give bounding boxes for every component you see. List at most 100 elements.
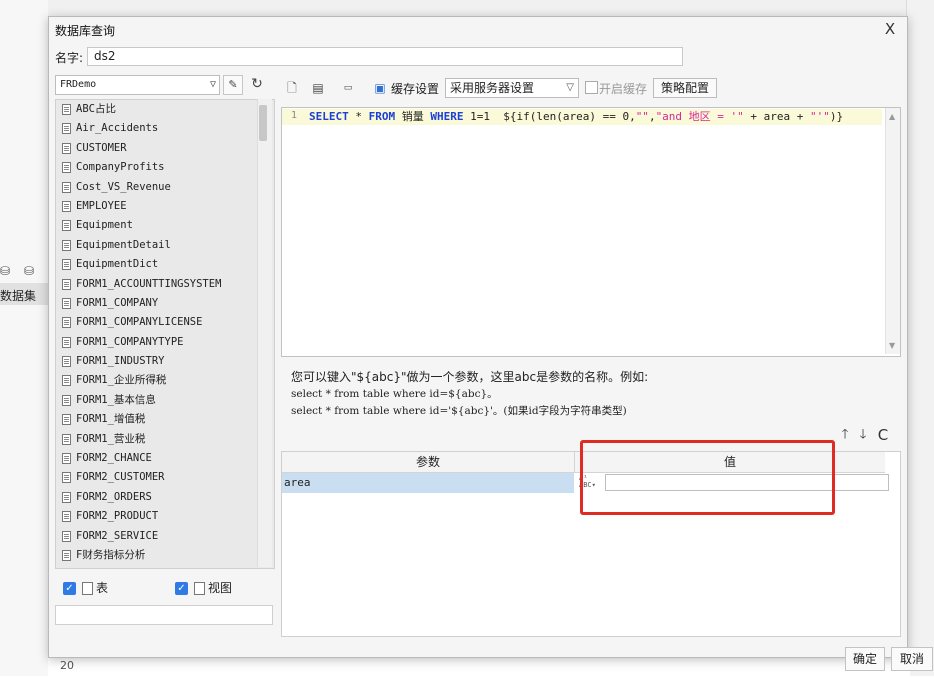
table-icon bbox=[62, 356, 71, 368]
move-down-icon[interactable]: 🡓 bbox=[855, 427, 871, 443]
table-icon bbox=[62, 239, 71, 251]
dataset-tab-label: 数据集 bbox=[0, 289, 37, 303]
view-checkbox[interactable]: ✓ 视图 bbox=[175, 579, 232, 596]
table-icon bbox=[62, 511, 71, 523]
annotation-highlight-box bbox=[580, 440, 835, 515]
save-icon[interactable]: ▤ bbox=[309, 79, 327, 97]
table-list-item[interactable]: FORM1_COMPANYLICENSE bbox=[56, 313, 274, 332]
table-icon bbox=[62, 317, 71, 329]
table-name: FORM1_COMPANY bbox=[76, 296, 159, 309]
table-list-item[interactable]: FORM2_PRODUCT bbox=[56, 507, 274, 526]
cache-settings-label[interactable]: 缓存设置 bbox=[391, 80, 439, 97]
hint-line-2: select * from table where id=${abc}。 bbox=[291, 388, 498, 400]
table-list-item[interactable]: FORM1_营业税 bbox=[56, 430, 274, 449]
editor-scrollbar[interactable]: ▲ ▼ bbox=[885, 108, 900, 354]
table-checkbox[interactable]: ✓ 表 bbox=[63, 579, 108, 596]
table-name: FORM1_企业所得税 bbox=[76, 374, 167, 387]
scroll-up-icon[interactable]: ▲ bbox=[889, 112, 895, 121]
table-list-item[interactable]: FORM2_CUSTOMER bbox=[56, 468, 274, 487]
cancel-button[interactable]: 取消 bbox=[891, 647, 933, 671]
table-name: FORM2_CHANCE bbox=[76, 452, 152, 465]
table-list-item[interactable]: FORM2_SERVICE bbox=[56, 527, 274, 546]
cache-mode-select[interactable]: 采用服务器设置 ▽ bbox=[445, 78, 579, 98]
table-icon bbox=[62, 220, 71, 232]
table-name: FORM1_INDUSTRY bbox=[76, 355, 165, 368]
preview-icon[interactable]: 🗋 bbox=[283, 79, 301, 97]
strategy-config-button[interactable]: 策略配置 bbox=[653, 78, 717, 98]
chevron-down-icon: ▽ bbox=[566, 82, 574, 93]
scrollbar-thumb[interactable] bbox=[259, 105, 267, 141]
table-name: CUSTOMER bbox=[76, 141, 127, 154]
database-select-value: FRDemo bbox=[60, 79, 97, 90]
table-icon bbox=[62, 297, 71, 309]
table-name: FORM1_基本信息 bbox=[76, 393, 156, 406]
checkbox-checked-icon[interactable]: ✓ bbox=[63, 582, 76, 595]
database-add-icon[interactable]: ⛁ bbox=[24, 264, 34, 278]
table-name: Air_Accidents bbox=[76, 122, 159, 135]
table-list-item[interactable]: EquipmentDetail bbox=[56, 236, 274, 255]
table-list-item[interactable]: F财务指标分析 bbox=[56, 546, 274, 565]
table-list-item[interactable]: FORM2_ORDERS bbox=[56, 488, 274, 507]
enable-cache-checkbox[interactable] bbox=[585, 81, 598, 94]
refresh-icon[interactable]: ↻ bbox=[247, 75, 267, 95]
table-icon bbox=[62, 549, 71, 561]
table-icon bbox=[62, 200, 71, 212]
sql-icon[interactable]: ▭ bbox=[339, 79, 357, 97]
line-number: 1 bbox=[291, 110, 298, 121]
cache-settings-icon[interactable]: ▣ bbox=[371, 79, 389, 97]
table-list-item[interactable]: CUSTOMER bbox=[56, 139, 274, 158]
dataset-toolbar-icons: ⛁ ⛁ bbox=[0, 262, 48, 280]
dataset-tab[interactable]: 数据集 bbox=[0, 283, 48, 305]
table-list-item[interactable]: CompanyProfits bbox=[56, 158, 274, 177]
table-name: FORM1_COMPANYTYPE bbox=[76, 335, 184, 348]
table-name: FORM2_CUSTOMER bbox=[76, 471, 165, 484]
table-checkbox-label: 表 bbox=[96, 581, 109, 595]
table-list-item[interactable]: Air_Accidents bbox=[56, 119, 274, 138]
table-list-scrollbar[interactable] bbox=[257, 99, 272, 567]
table-list-item[interactable]: FORM1_ACCOUNTTINGSYSTEM bbox=[56, 275, 274, 294]
hint-line-3: select * from table where id='${abc}'。(如… bbox=[291, 405, 627, 417]
table-icon bbox=[62, 278, 71, 290]
database-select[interactable]: FRDemo ▽ bbox=[55, 75, 220, 95]
scroll-down-icon[interactable]: ▼ bbox=[889, 341, 895, 350]
ok-button[interactable]: 确定 bbox=[845, 647, 885, 671]
refresh-params-icon[interactable]: C bbox=[875, 427, 891, 443]
background-header bbox=[40, 0, 910, 17]
table-list-item[interactable]: FORM1_COMPANYTYPE bbox=[56, 333, 274, 352]
sql-code[interactable]: SELECT * FROM 销量 WHERE 1=1 ${if(len(area… bbox=[309, 109, 843, 125]
move-up-icon[interactable]: 🡑 bbox=[837, 427, 853, 443]
edit-connection-icon[interactable]: ✎ bbox=[223, 75, 243, 95]
table-name: FORM2_SERVICE bbox=[76, 529, 159, 542]
view-icon bbox=[194, 582, 205, 595]
table-name: CompanyProfits bbox=[76, 161, 165, 174]
enable-cache-label: 开启缓存 bbox=[599, 82, 648, 96]
database-query-dialog: 数据库查询 X 名字: ds2 FRDemo ▽ ✎ ↻ ABC占比 Air_Ac… bbox=[48, 16, 933, 671]
table-name: Equipment bbox=[76, 219, 133, 232]
name-input[interactable]: ds2 bbox=[87, 47, 683, 66]
database-icon[interactable]: ⛁ bbox=[0, 264, 10, 278]
table-list-item[interactable]: FORM1_企业所得税 bbox=[56, 371, 274, 390]
checkbox-checked-icon[interactable]: ✓ bbox=[175, 582, 188, 595]
table-list-item[interactable]: EMPLOYEE bbox=[56, 197, 274, 216]
table-icon bbox=[62, 394, 71, 406]
table-icon bbox=[62, 414, 71, 426]
param-name-cell[interactable]: area bbox=[282, 473, 574, 493]
table-list-item[interactable]: FORM1_COMPANY bbox=[56, 294, 274, 313]
table-list-item[interactable]: EquipmentDict bbox=[56, 255, 274, 274]
table-list-item[interactable]: FORM1_增值税 bbox=[56, 410, 274, 429]
hint-line-1: 您可以键入"${abc}"做为一个参数，这里abc是参数的名称。例如: bbox=[291, 370, 649, 384]
table-name: EquipmentDetail bbox=[76, 238, 171, 251]
table-filter-input[interactable] bbox=[55, 605, 273, 625]
table-icon bbox=[62, 336, 71, 348]
table-icon bbox=[62, 433, 71, 445]
table-list-item[interactable]: Cost_VS_Revenue bbox=[56, 178, 274, 197]
table-icon bbox=[62, 162, 71, 174]
table-list-item[interactable]: ABC占比 bbox=[56, 100, 274, 119]
close-icon[interactable]: X bbox=[879, 19, 901, 39]
table-list-item[interactable]: FORM1_基本信息 bbox=[56, 391, 274, 410]
sql-editor[interactable]: 1 SELECT * FROM 销量 WHERE 1=1 ${if(len(ar… bbox=[281, 107, 901, 357]
table-list-item[interactable]: FORM1_INDUSTRY bbox=[56, 352, 274, 371]
table-name: FORM1_ACCOUNTTINGSYSTEM bbox=[76, 277, 222, 290]
table-list-item[interactable]: FORM2_CHANCE bbox=[56, 449, 274, 468]
table-list-item[interactable]: Equipment bbox=[56, 216, 274, 235]
